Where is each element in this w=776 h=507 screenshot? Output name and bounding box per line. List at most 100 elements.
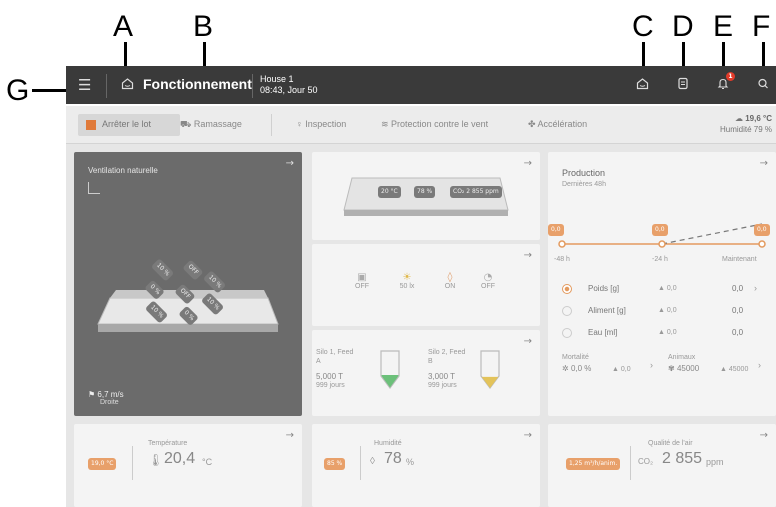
house-humidity: 78 % (414, 186, 436, 198)
stop-batch-button[interactable]: Arrêter le lot (78, 114, 180, 136)
droplets-icon: ◊ (370, 456, 375, 467)
axis-label: -24 h (652, 256, 668, 263)
chicken-icon: ✾ (668, 364, 677, 373)
row-value: 0,0 (732, 328, 744, 337)
device-value: OFF (481, 283, 495, 290)
virus-icon: ✲ (562, 364, 571, 373)
arrow-right-icon[interactable]: → (524, 158, 532, 169)
callout-e: E (713, 10, 734, 43)
production-title: Production (562, 168, 606, 178)
ventilation-card[interactable]: → Ventilation naturelle 10 % OFF 0 % OFF… (74, 152, 302, 416)
radio[interactable] (562, 328, 572, 338)
production-row[interactable]: Eau [ml] ▲ 0,0 0,0 (562, 326, 766, 344)
chart-marker: 0,0 (548, 224, 564, 236)
fan-icon: ✤ (528, 119, 538, 129)
humidity-title: Humidité (374, 440, 402, 447)
callout-g: G (6, 74, 30, 107)
search-icon[interactable] (757, 77, 769, 93)
house-info[interactable]: House 1 08:43, Jour 50 (260, 74, 318, 96)
house-time: 08:43, Jour 50 (260, 85, 318, 95)
row-value: 0,0 (732, 284, 744, 293)
arrow-right-icon[interactable]: → (286, 158, 294, 169)
air-quality-card[interactable]: → Qualité de l'air 1,25 m³/h/anim. CO₂ 2… (548, 424, 776, 507)
silo-icon (480, 350, 500, 389)
hamburger-icon[interactable]: ☰ (78, 76, 91, 94)
home-icon[interactable] (121, 77, 134, 94)
animals-label: Animaux (668, 354, 696, 361)
outside-weather: ☁ 19,6 °C Humidité 79 % (720, 113, 772, 135)
device-value: ON (444, 283, 456, 290)
light-icon: ☀ (402, 272, 412, 283)
top-bar: ☰ Fonctionnement House 1 08:43, Jour 50 … (66, 66, 776, 104)
row-value: 0,0 (732, 306, 744, 315)
silo-icon (380, 350, 400, 389)
stop-icon (86, 120, 96, 130)
page-title[interactable]: Fonctionnement (143, 76, 252, 92)
radio[interactable] (562, 306, 572, 316)
pickup-button[interactable]: ⛟ Ramassage (180, 119, 242, 131)
feed-icon: ◔ (483, 272, 493, 283)
axis-label: -48 h (554, 256, 570, 263)
wind-direction: Droite (100, 399, 119, 406)
house-status-icon[interactable] (636, 77, 649, 93)
device-value: OFF (355, 283, 369, 290)
wind-protection-button[interactable]: ≋ Protection contre le vent (381, 119, 488, 130)
arrow-right-icon[interactable]: → (760, 430, 768, 441)
arrow-right-icon[interactable]: → (760, 158, 768, 169)
arrow-right-icon[interactable]: → (524, 250, 532, 261)
humidity-card[interactable]: → Humidité 85 % ◊ 78 % (312, 424, 540, 507)
temperature-setpoint: 19,0 °C (88, 458, 117, 470)
production-row[interactable]: Aliment [g] ▲ 0,0 0,0 (562, 304, 766, 322)
heater-icon: ▣ (357, 272, 367, 283)
inspection-label: Inspection (305, 119, 347, 129)
device-value: 50 lx (399, 283, 415, 290)
callout-c: C (632, 10, 654, 43)
silo-fill (381, 375, 399, 388)
house-name: House 1 (260, 74, 294, 84)
air-quality-title: Qualité de l'air (648, 440, 693, 447)
air-quality-value: 2 855 (662, 450, 703, 467)
report-icon[interactable] (677, 77, 689, 93)
callout-b: B (193, 10, 214, 43)
wind-icon: ≋ (381, 119, 392, 129)
divider (252, 74, 253, 98)
temperature-value: 20,4 (164, 450, 196, 467)
chevron-right-icon: › (754, 283, 757, 293)
silo-card[interactable]: → Silo 1, Feed A 5,000 T 999 jours Silo … (312, 330, 540, 416)
humidity-unit: % (406, 457, 415, 467)
arrow-right-icon[interactable]: → (286, 430, 294, 441)
animals-block[interactable]: Animaux ✾ 45000 ▲ 45000 › (668, 354, 768, 380)
chart-marker: 0,0 (754, 224, 770, 236)
production-card[interactable]: → Production Dernières 48h 0,0 0,0 0,0 -… (548, 152, 776, 416)
devices-card[interactable]: → ▣ OFF ☀ 50 lx ◊ ON ◔ OFF (312, 244, 540, 326)
silo-amount: 3,000 T (428, 372, 455, 381)
air-quality-unit: ppm (706, 457, 724, 467)
radio-selected[interactable] (562, 284, 572, 294)
row-label: Aliment [g] (588, 306, 626, 315)
mortality-value: ✲ 0,0 % (562, 364, 591, 373)
thermometer-icon: 🌡 (148, 453, 164, 467)
temperature-card[interactable]: → Température 19,0 °C 🌡 20,4 °C (74, 424, 302, 507)
device-item: ◔ OFF (476, 272, 500, 290)
flag-icon: ⚑ (88, 390, 98, 399)
acceleration-button[interactable]: ✤ Accélération (528, 119, 587, 130)
inspection-button[interactable]: ♀ Inspection (296, 119, 346, 129)
silo-item: Silo 2, Feed B 3,000 T 999 jours (428, 348, 536, 412)
silo-fill (481, 376, 499, 388)
animals-delta: ▲ 45000 (720, 366, 749, 373)
divider (106, 74, 107, 98)
arrow-right-icon[interactable]: → (524, 430, 532, 441)
silo-days: 999 jours (428, 382, 457, 389)
silo-amount: 5,000 T (316, 372, 343, 381)
house-co2: CO₂ 2 855 ppm (450, 186, 502, 198)
row-label: Poids [g] (588, 284, 620, 293)
flap-icon (88, 182, 100, 194)
stop-batch-label: Arrêter le lot (102, 119, 152, 129)
house-climate-card[interactable]: → 20 °C 78 % CO₂ 2 855 ppm (312, 152, 540, 240)
mortality-block[interactable]: Mortalité ✲ 0,0 % ▲ 0,0 › (562, 354, 662, 380)
notification-badge: 1 (726, 72, 735, 81)
arrow-right-icon[interactable]: → (524, 336, 532, 347)
humidity-value: 78 (384, 450, 402, 467)
divider (271, 114, 272, 136)
production-row[interactable]: Poids [g] ▲ 0,0 0,0 › (562, 282, 766, 300)
